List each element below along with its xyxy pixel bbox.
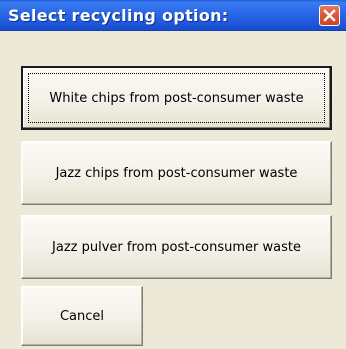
title-bar: Select recycling option: (0, 0, 346, 31)
cancel-label: Cancel (59, 308, 105, 324)
jazz-chips-label: Jazz chips from post-consumer waste (55, 165, 298, 181)
jazz-pulver-label: Jazz pulver from post-consumer waste (52, 239, 301, 255)
cancel-button[interactable]: Cancel (21, 286, 143, 346)
white-chips-label: White chips from post-consumer waste (49, 90, 304, 106)
recycling-dialog: Select recycling option: White chips fro… (0, 0, 346, 349)
close-icon (323, 9, 336, 22)
jazz-chips-button[interactable]: Jazz chips from post-consumer waste (21, 141, 332, 205)
close-button[interactable] (319, 5, 340, 26)
jazz-pulver-button[interactable]: Jazz pulver from post-consumer waste (21, 215, 332, 279)
window-title: Select recycling option: (8, 6, 229, 25)
white-chips-button[interactable]: White chips from post-consumer waste (21, 66, 332, 130)
